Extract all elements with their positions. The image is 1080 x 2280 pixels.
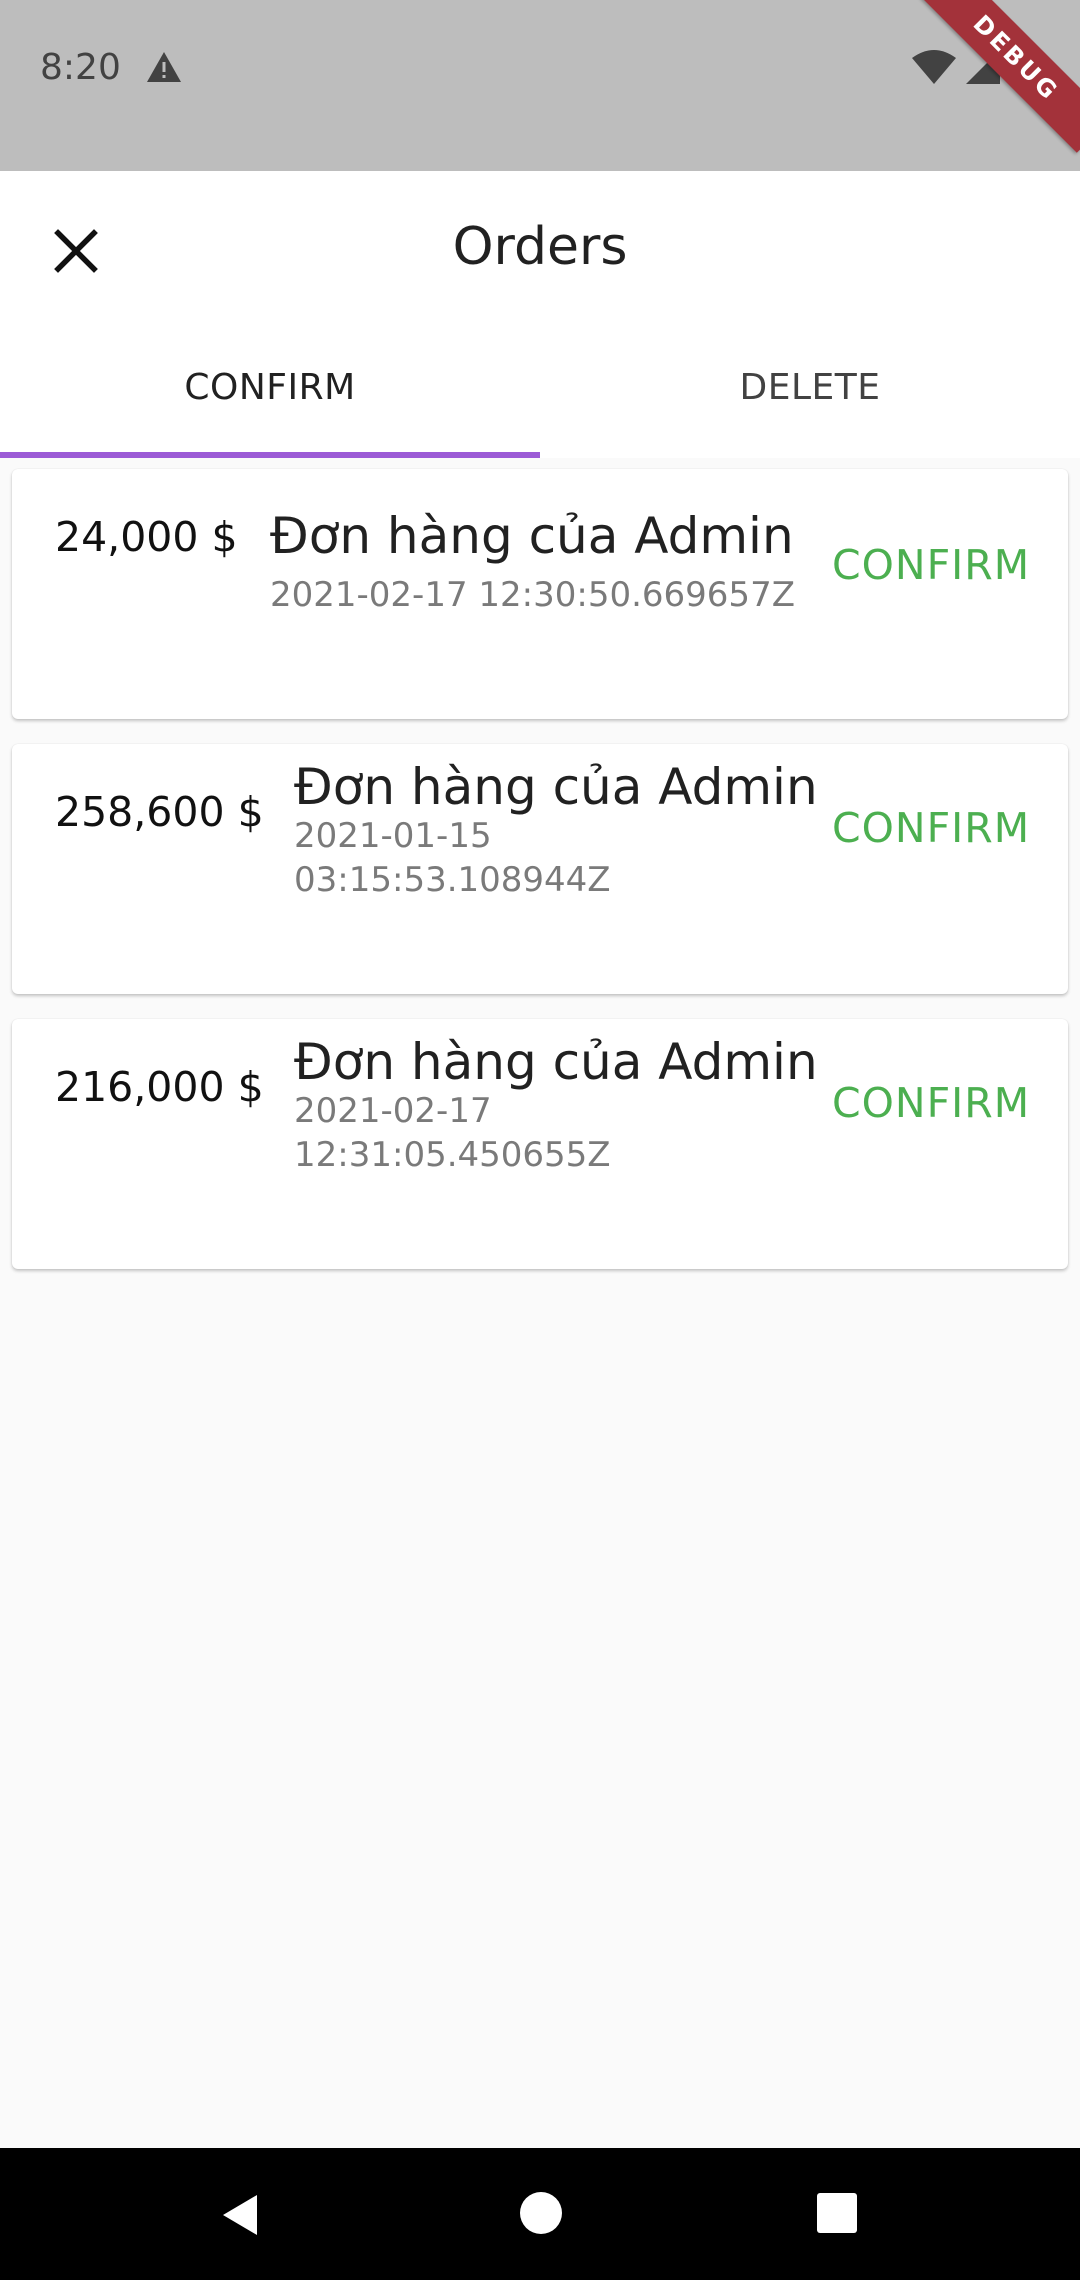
confirm-button[interactable]: CONFIRM xyxy=(832,802,1030,854)
recents-icon[interactable] xyxy=(815,2191,859,2235)
home-icon[interactable] xyxy=(518,2190,564,2236)
status-bar: 8:20 DEBUG xyxy=(0,0,1080,171)
tab-confirm[interactable]: CONFIRM xyxy=(0,326,540,458)
order-price: 258,600 $ xyxy=(55,788,264,836)
page-title: Orders xyxy=(452,217,628,277)
back-icon[interactable] xyxy=(215,2190,265,2240)
status-time: 8:20 xyxy=(40,47,121,88)
order-card: 216,000 $ Đơn hàng của Admin 2021-02-17 … xyxy=(12,1019,1068,1269)
order-title: Đơn hàng của Admin xyxy=(270,507,794,565)
tab-indicator xyxy=(0,452,540,458)
warning-icon xyxy=(147,52,181,82)
order-title: Đơn hàng của Admin xyxy=(294,758,818,816)
navigation-bar xyxy=(0,2148,1080,2280)
order-date: 2021-01-15 03:15:53.108944Z xyxy=(294,816,611,900)
confirm-button[interactable]: CONFIRM xyxy=(832,1077,1030,1129)
order-card: 24,000 $ Đơn hàng của Admin 2021-02-17 1… xyxy=(12,469,1068,719)
order-card: 258,600 $ Đơn hàng của Admin 2021-01-15 … xyxy=(12,744,1068,994)
order-date: 2021-02-17 12:30:50.669657Z xyxy=(270,575,795,615)
order-price: 24,000 $ xyxy=(55,513,238,561)
app-bar: Orders xyxy=(0,171,1080,326)
order-title: Đơn hàng của Admin xyxy=(294,1033,818,1091)
tab-bar: CONFIRM DELETE xyxy=(0,326,1080,458)
wifi-icon xyxy=(912,50,956,84)
order-price: 216,000 $ xyxy=(55,1063,264,1111)
tab-delete[interactable]: DELETE xyxy=(540,326,1080,458)
confirm-button[interactable]: CONFIRM xyxy=(832,539,1030,591)
order-date: 2021-02-17 12:31:05.450655Z xyxy=(294,1091,611,1175)
